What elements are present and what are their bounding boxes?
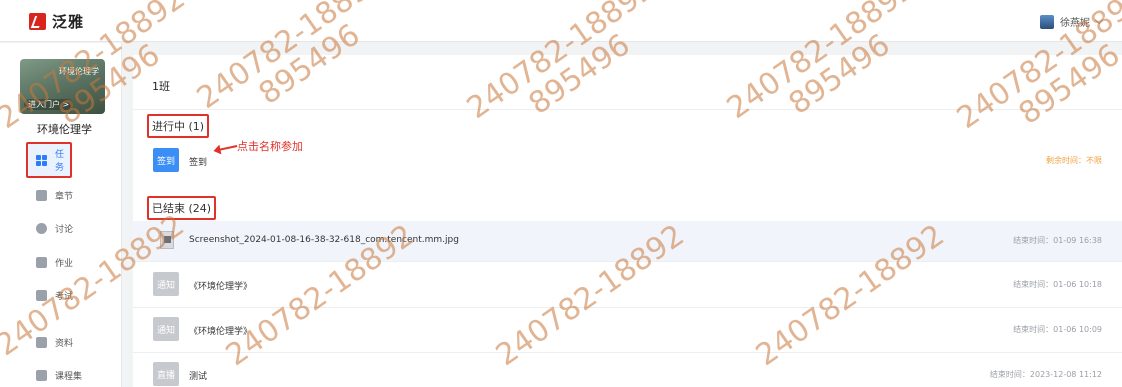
top-bar: 泛雅 徐燕妮 [0,0,1122,42]
task-row[interactable]: Screenshot_2024-01-08-16-38-32-618_com.t… [133,221,1122,261]
portal-link[interactable]: 进入门户 > [24,99,74,110]
task-type-badge: 通知 [153,317,179,341]
task-status: 剩余时间：不限 [1046,156,1102,165]
chevron-down-icon[interactable] [1094,15,1104,24]
sidebar-item-label: 章节 [55,192,74,202]
image-thumbnail-icon [160,231,174,249]
task-row[interactable]: 直播 测试 结束时间：2023-12-08 11:12 [133,355,1122,387]
task-title[interactable]: 《环境伦理学》 [189,324,252,337]
task-title[interactable]: 签到 [189,155,207,168]
task-title[interactable]: 《环境伦理学》 [189,279,252,292]
sidebar-item-tasks[interactable]: 任务 [26,142,72,178]
grid-icon [36,154,47,166]
task-type-badge: 签到 [153,148,179,172]
task-title[interactable]: 测试 [189,369,207,382]
sidebar-item-exam[interactable]: 考试 [36,289,73,302]
divider [133,307,1122,308]
sidebar-item-label: 作业 [55,259,74,269]
task-type-badge: 通知 [153,272,179,296]
sidebar-item-collection[interactable]: 课程集 [36,369,82,382]
ended-section-title[interactable]: 已结束 (24) [147,196,217,220]
cover-title: 环境伦理学 [59,67,99,76]
sidebar-item-label: 任务 [55,150,65,173]
annotation-text: 点击名称参加 [237,140,303,153]
task-end-time: 结束时间：01-09 16:38 [1013,236,1102,245]
task-row[interactable]: 通知 《环境伦理学》 结束时间：01-06 10:09 [133,310,1122,350]
task-end-time: 结束时间：2023-12-08 11:12 [989,370,1102,379]
task-title[interactable]: Screenshot_2024-01-08-16-38-32-618_com.t… [189,235,459,245]
sidebar-item-label: 资料 [55,339,74,349]
course-cover[interactable]: 环境伦理学 进入门户 > [20,59,105,114]
task-end-time: 结束时间：01-06 10:09 [1013,325,1102,334]
divider [133,109,1122,110]
user-menu[interactable]: 徐燕妮 [1040,14,1104,29]
sidebar-item-materials[interactable]: 资料 [36,336,73,349]
task-panel: 1班 进行中 (1) 签到 签到 剩余时间：不限 点击名称参加 已结束 (24)… [133,55,1122,387]
list-icon [36,190,47,201]
sidebar-item-label: 课程集 [55,372,83,382]
ongoing-section-title: 进行中 (1) [147,114,210,138]
folder-icon [36,337,47,348]
app-name: 泛雅 [52,13,85,31]
class-name[interactable]: 1班 [152,78,170,94]
logo-icon [29,13,46,30]
app-logo[interactable]: 泛雅 [29,11,84,32]
collection-icon [36,370,47,381]
task-row[interactable]: 通知 《环境伦理学》 结束时间：01-06 10:18 [133,265,1122,305]
sidebar-item-chapters[interactable]: 章节 [36,189,73,202]
sidebar-item-homework[interactable]: 作业 [36,256,73,269]
avatar[interactable] [1040,14,1054,29]
divider [133,261,1122,262]
chat-icon [36,223,47,234]
sidebar-item-label: 考试 [55,292,74,302]
task-type-badge: 直播 [153,362,179,386]
course-name: 环境伦理学 [37,123,92,136]
sidebar-item-label: 讨论 [55,225,74,235]
exam-icon [36,290,47,301]
divider [133,352,1122,353]
pencil-icon [36,257,47,268]
user-name[interactable]: 徐燕妮 [1060,14,1090,29]
task-end-time: 结束时间：01-06 10:18 [1013,280,1102,289]
sidebar-item-discussion[interactable]: 讨论 [36,222,73,235]
sidebar: 环境伦理学 进入门户 > 环境伦理学 任务 章节 讨论 作业 考试 资料 课程集 [0,43,122,387]
